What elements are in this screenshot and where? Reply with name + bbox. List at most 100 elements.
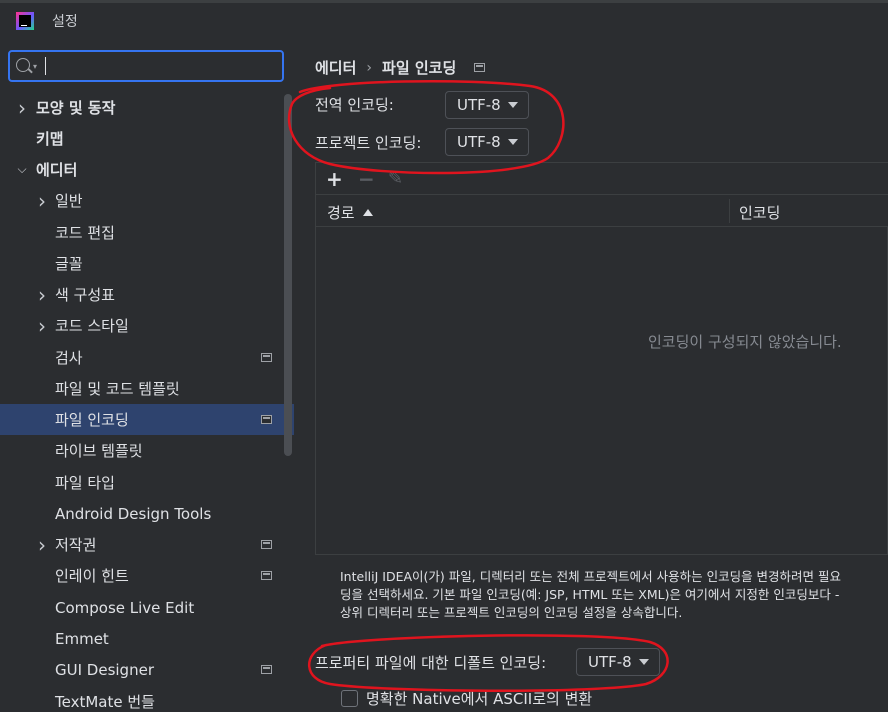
properties-encoding-dropdown[interactable]: UTF-8 bbox=[576, 648, 660, 676]
sidebar-item[interactable]: Android Design Tools bbox=[0, 498, 294, 529]
settings-search-box[interactable]: ▾ bbox=[8, 50, 284, 82]
sidebar-item-label: 색 구성표 bbox=[55, 286, 115, 304]
sidebar-item[interactable]: Compose Live Edit bbox=[0, 592, 294, 623]
sidebar-item[interactable]: 검사 bbox=[0, 342, 294, 373]
sidebar-item-label: 키맵 bbox=[36, 130, 64, 148]
dropdown-arrow-icon bbox=[508, 102, 518, 108]
sidebar-item[interactable]: › 색 구성표 bbox=[0, 279, 294, 310]
settings-sidebar: ▾ › 모양 및 동작키맵 ⌵ 에디터 › 일반코드 편집글꼴 › 색 구성표 › 코드 스타일검… bbox=[0, 38, 294, 712]
chevron-right-icon[interactable]: › bbox=[36, 189, 48, 213]
properties-encoding-row: 프로퍼티 파일에 대한 디폴트 인코딩: bbox=[315, 652, 546, 673]
global-encoding-label: 전역 인코딩: bbox=[315, 96, 394, 114]
search-history-chevron-icon[interactable]: ▾ bbox=[33, 62, 37, 71]
project-scope-icon bbox=[261, 540, 272, 549]
sidebar-item[interactable]: TextMate 번들 bbox=[0, 686, 294, 712]
sidebar-item[interactable]: Emmet bbox=[0, 623, 294, 654]
properties-encoding-value: UTF-8 bbox=[588, 653, 632, 671]
sidebar-item-label: 글꼴 bbox=[55, 255, 83, 273]
dropdown-arrow-icon bbox=[508, 139, 518, 145]
sidebar-item-label: 모양 및 동작 bbox=[36, 99, 116, 117]
column-header-path[interactable]: 경로 bbox=[327, 202, 373, 223]
global-encoding-row: 전역 인코딩: bbox=[315, 94, 394, 115]
project-encoding-dropdown[interactable]: UTF-8 bbox=[445, 128, 529, 156]
sidebar-scrollbar[interactable] bbox=[284, 94, 292, 456]
properties-encoding-label: 프로퍼티 파일에 대한 디폴트 인코딩: bbox=[315, 654, 547, 672]
encoding-description: IntelliJ IDEA이(가) 파일, 디렉터리 또는 전체 프로젝트에서 … bbox=[340, 568, 888, 622]
sidebar-item[interactable]: 글꼴 bbox=[0, 248, 294, 279]
chevron-right-icon[interactable]: › bbox=[36, 533, 48, 557]
sidebar-item-label: 일반 bbox=[55, 192, 83, 210]
chevron-right-icon[interactable]: › bbox=[36, 314, 48, 338]
native-to-ascii-label[interactable]: 명확한 Native에서 ASCII로의 변환 bbox=[366, 688, 592, 709]
dropdown-arrow-icon bbox=[639, 659, 649, 665]
text-caret bbox=[45, 57, 46, 75]
sidebar-item-label: 코드 스타일 bbox=[55, 317, 129, 335]
intellij-app-icon bbox=[16, 11, 34, 30]
sidebar-item-label: 파일 타입 bbox=[55, 474, 115, 492]
native-to-ascii-row[interactable]: 명확한 Native에서 ASCII로의 변환 bbox=[341, 688, 592, 709]
chevron-right-icon[interactable]: › bbox=[36, 283, 48, 307]
sidebar-item[interactable]: › 저작권 bbox=[0, 529, 294, 560]
sidebar-item-label: 라이브 템플릿 bbox=[55, 442, 143, 460]
project-scope-icon bbox=[474, 63, 486, 72]
column-divider[interactable] bbox=[729, 199, 730, 223]
remove-icon[interactable]: − bbox=[358, 167, 375, 191]
sidebar-item-label: Android Design Tools bbox=[55, 504, 212, 523]
sidebar-item-label: 코드 편집 bbox=[55, 224, 115, 242]
sidebar-item[interactable]: 파일 및 코드 템플릿 bbox=[0, 373, 294, 404]
sidebar-item[interactable]: 파일 타입 bbox=[0, 467, 294, 498]
window-title: 설정 bbox=[52, 13, 78, 30]
sidebar-item-label: 파일 및 코드 템플릿 bbox=[55, 380, 180, 398]
settings-search-input[interactable] bbox=[48, 54, 278, 78]
sidebar-item[interactable]: 인레이 힌트 bbox=[0, 560, 294, 591]
table-empty-text: 인코딩이 구성되지 않았습니다. bbox=[648, 333, 842, 351]
sidebar-item-label: Emmet bbox=[55, 629, 109, 648]
add-icon[interactable]: + bbox=[326, 167, 343, 191]
global-encoding-value: UTF-8 bbox=[457, 96, 501, 114]
sidebar-item[interactable]: 키맵 bbox=[0, 123, 294, 154]
global-encoding-dropdown[interactable]: UTF-8 bbox=[445, 91, 529, 119]
project-encoding-row: 프로젝트 인코딩: bbox=[315, 132, 421, 153]
sort-ascending-icon bbox=[362, 209, 373, 216]
sidebar-item-label: TextMate 번들 bbox=[55, 693, 155, 711]
sidebar-item[interactable]: › 일반 bbox=[0, 185, 294, 216]
column-header-encoding[interactable]: 인코딩 bbox=[739, 202, 780, 223]
project-scope-icon bbox=[261, 665, 272, 674]
sidebar-item[interactable]: › 모양 및 동작 bbox=[0, 92, 294, 123]
breadcrumb-parent[interactable]: 에디터 bbox=[315, 57, 356, 78]
edit-pencil-icon[interactable]: ✎ bbox=[388, 167, 403, 191]
project-scope-icon bbox=[261, 415, 272, 424]
breadcrumb-current: 파일 인코딩 bbox=[382, 59, 457, 77]
project-scope-icon bbox=[261, 353, 272, 362]
sidebar-item[interactable]: 파일 인코딩 bbox=[0, 404, 294, 435]
sidebar-item-label: Compose Live Edit bbox=[55, 598, 195, 617]
sidebar-item-label: 에디터 bbox=[36, 161, 78, 179]
description-line: IntelliJ IDEA이(가) 파일, 디렉터리 또는 전체 프로젝트에서 … bbox=[340, 569, 842, 584]
description-line: 상위 디렉터리 또는 프로젝트 인코딩의 인코딩 설정을 상속합니다. bbox=[340, 605, 683, 620]
chevron-right-icon[interactable]: › bbox=[16, 96, 28, 120]
project-encoding-value: UTF-8 bbox=[457, 133, 501, 151]
sidebar-item[interactable]: 코드 편집 bbox=[0, 217, 294, 248]
description-line: 딩을 선택하세요. 기본 파일 인코딩(예: JSP, HTML 또는 XML)… bbox=[340, 587, 840, 602]
sidebar-item[interactable]: GUI Designer bbox=[0, 654, 294, 685]
search-icon[interactable] bbox=[16, 58, 30, 72]
sidebar-item-label: 인레이 힌트 bbox=[55, 567, 129, 585]
breadcrumb-separator: › bbox=[366, 59, 373, 76]
native-to-ascii-checkbox[interactable] bbox=[341, 690, 358, 707]
title-bar: 설정 bbox=[0, 3, 888, 38]
sidebar-item[interactable]: 라이브 템플릿 bbox=[0, 435, 294, 466]
chevron-down-icon[interactable]: ⌵ bbox=[16, 162, 28, 176]
sidebar-item-label: GUI Designer bbox=[55, 660, 154, 679]
table-toolbar: + − ✎ bbox=[316, 163, 888, 195]
project-scope-icon bbox=[261, 571, 272, 580]
project-encoding-label: 프로젝트 인코딩: bbox=[315, 134, 422, 152]
sidebar-item-label: 파일 인코딩 bbox=[55, 411, 129, 429]
sidebar-item-label: 검사 bbox=[55, 349, 83, 367]
path-encoding-table-panel: + − ✎ 경로 인코딩 인코딩이 구성되지 않았습니다. bbox=[315, 162, 888, 555]
column-header-path-label: 경로 bbox=[327, 204, 355, 222]
breadcrumb: 에디터 › 파일 인코딩 bbox=[315, 57, 486, 78]
table-header: 경로 인코딩 bbox=[316, 195, 888, 227]
sidebar-item[interactable]: › 코드 스타일 bbox=[0, 310, 294, 341]
settings-main-panel: 에디터 › 파일 인코딩 전역 인코딩: UTF-8 프로젝트 인코딩: UTF… bbox=[294, 38, 888, 712]
sidebar-item[interactable]: ⌵ 에디터 bbox=[0, 154, 294, 185]
